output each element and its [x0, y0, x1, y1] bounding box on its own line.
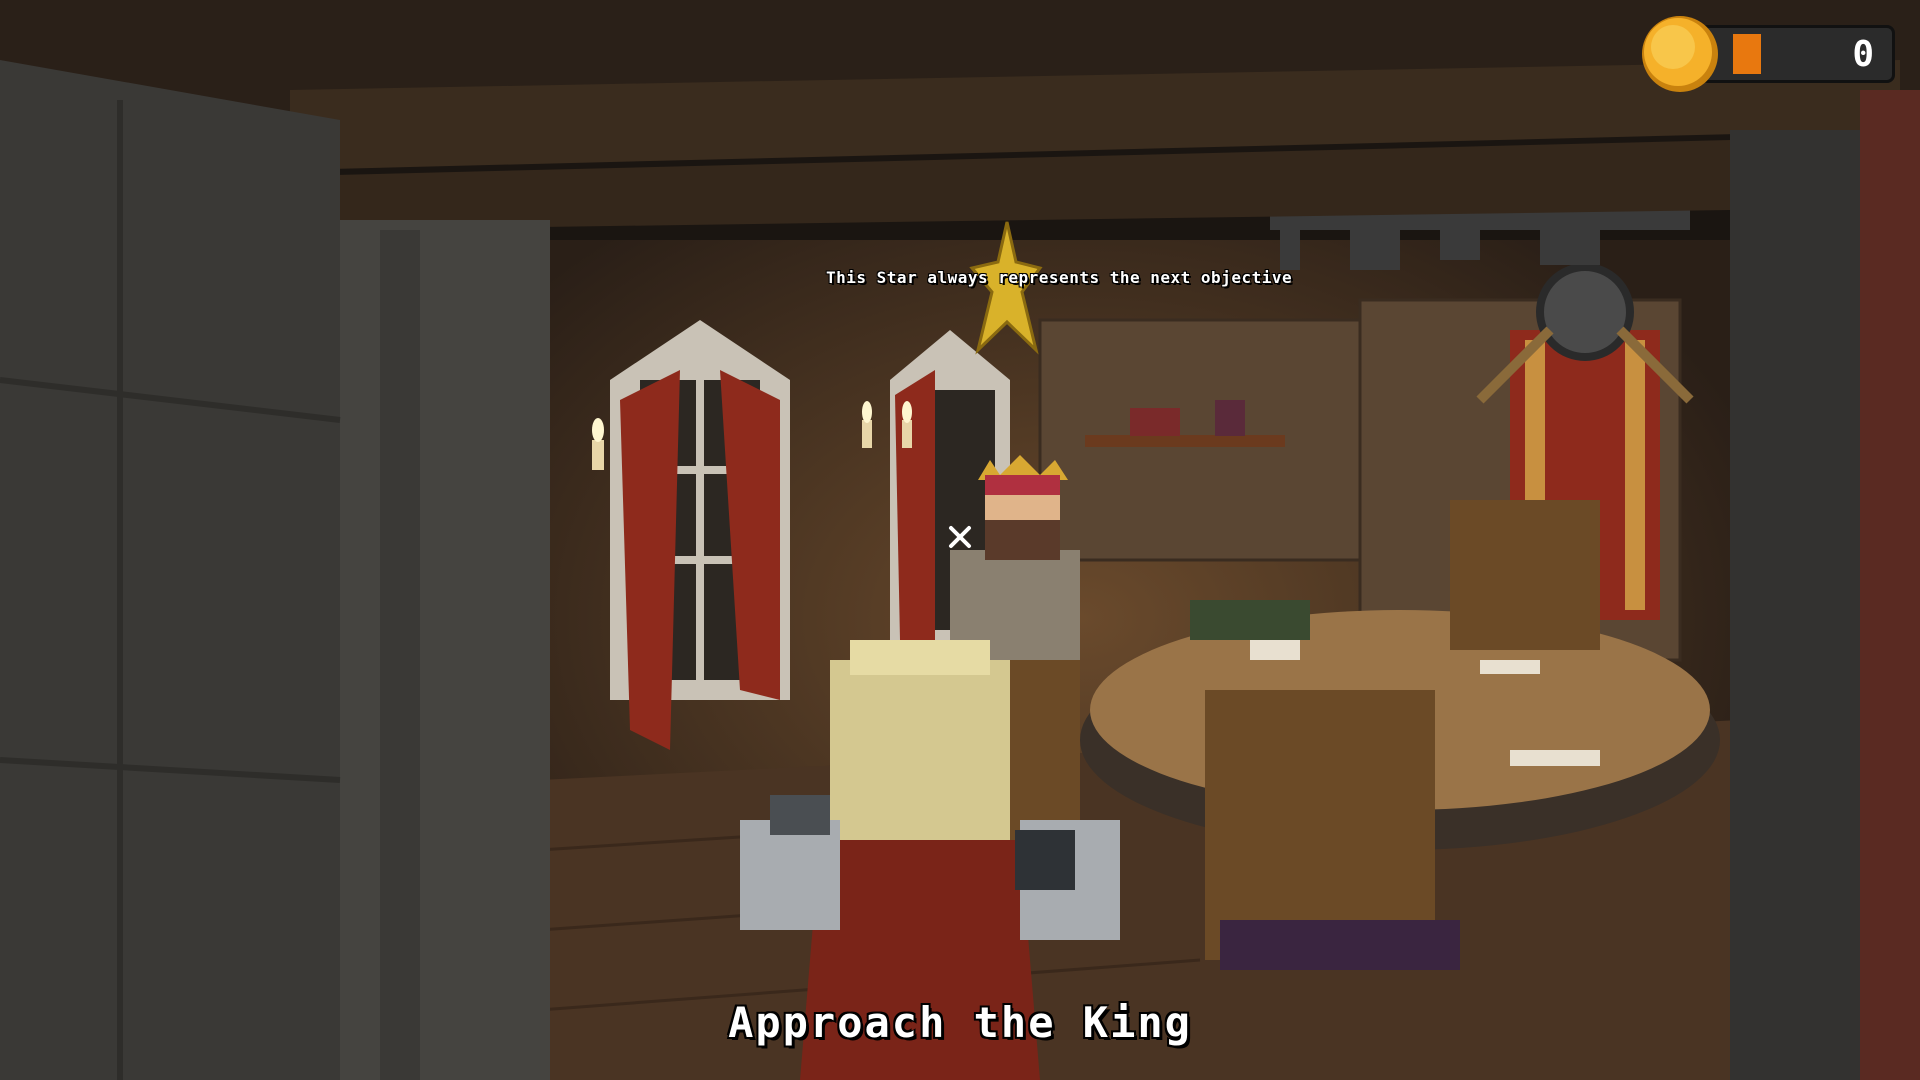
window-left	[610, 320, 790, 750]
objective-star-hint: This Star always represents the next obj…	[826, 268, 1293, 287]
coin-count: 0	[1852, 34, 1874, 75]
crosshair-icon	[949, 526, 971, 548]
current-objective: Approach the King	[728, 998, 1192, 1047]
coin-counter: 0	[1700, 25, 1895, 83]
coin-icon	[1642, 16, 1718, 92]
coin-bar-fill	[1733, 34, 1761, 74]
